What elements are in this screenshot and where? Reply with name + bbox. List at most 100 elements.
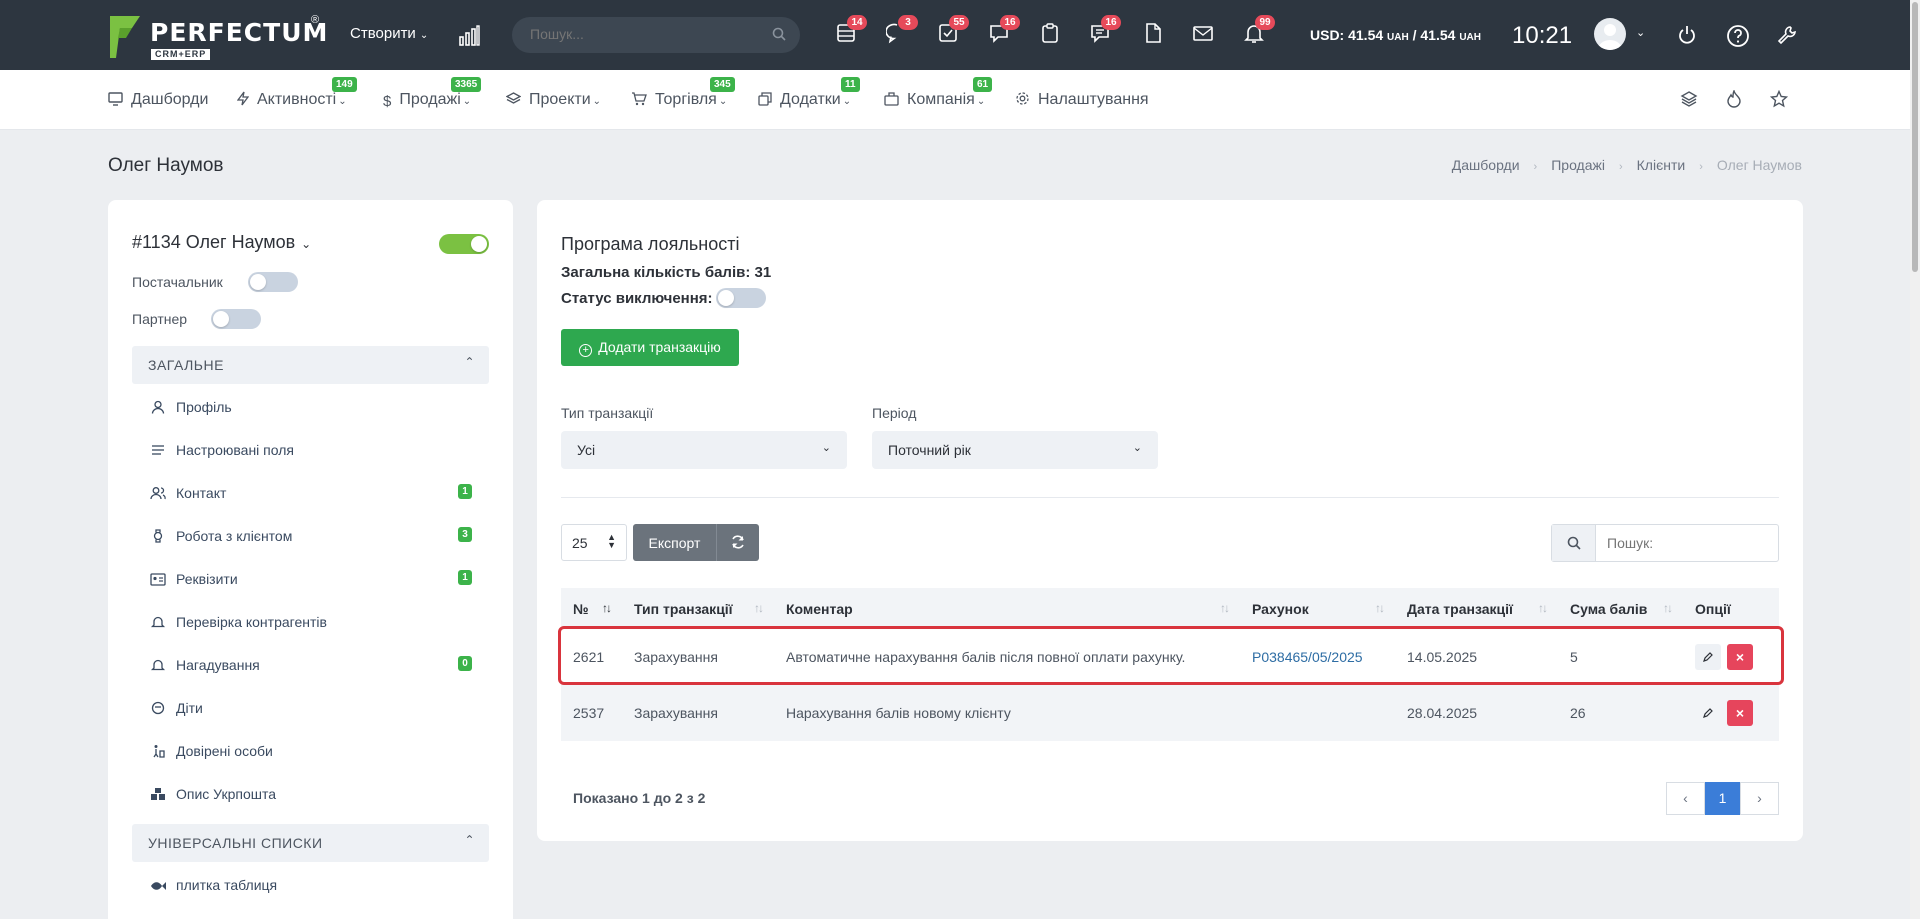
document-icon[interactable] bbox=[1142, 22, 1168, 48]
column-header-type[interactable]: Тип транзакції ↑↓ bbox=[622, 588, 774, 629]
column-header-label: Тип транзакції bbox=[634, 600, 733, 617]
nav-dashboards[interactable]: Дашборди bbox=[108, 91, 208, 109]
add-transaction-label: Додати транзакцію bbox=[598, 338, 721, 355]
period-select[interactable]: Поточний рік ⌄ bbox=[872, 431, 1158, 469]
select-value: Усі bbox=[577, 442, 596, 458]
breadcrumb-item[interactable]: Дашборди bbox=[1452, 157, 1520, 173]
page-size-select[interactable]: 25 ▲ ▼ bbox=[561, 524, 627, 561]
count-badge: 1 bbox=[458, 484, 472, 499]
global-search[interactable] bbox=[512, 17, 800, 53]
bar-chart-icon[interactable] bbox=[458, 24, 480, 46]
logo[interactable]: PERFECTUM ® CRM+ERP bbox=[108, 14, 327, 60]
chevron-down-icon[interactable]: ⌄ bbox=[1636, 26, 1645, 39]
breadcrumb-item[interactable]: Продажі bbox=[1551, 157, 1605, 173]
sidebar-item-contact[interactable]: Контакт bbox=[148, 485, 226, 501]
sidebar-item-children[interactable]: Діти bbox=[148, 700, 203, 716]
nav-badge: 11 bbox=[841, 77, 860, 92]
column-header-options: Опції bbox=[1683, 588, 1779, 629]
column-header-number[interactable]: № ↑↓ bbox=[561, 588, 622, 629]
export-button[interactable]: Експорт bbox=[633, 524, 716, 561]
sidebar-item-label: плитка таблиця bbox=[176, 877, 278, 893]
power-icon[interactable] bbox=[1676, 24, 1698, 46]
supplier-toggle[interactable] bbox=[248, 272, 298, 292]
table-row[interactable]: 2537 Зарахування Нарахування балів новом… bbox=[561, 685, 1779, 741]
column-header-invoice[interactable]: Рахунок ↑↓ bbox=[1240, 588, 1395, 629]
pagination-prev[interactable]: ‹ bbox=[1666, 782, 1705, 815]
nav-projects[interactable]: Проекти ⌄ bbox=[506, 91, 601, 109]
column-header-comment[interactable]: Коментар ↑↓ bbox=[774, 588, 1240, 629]
notification-badge: 16 bbox=[1000, 15, 1020, 30]
nav-trade[interactable]: Торгівля ⌄ 345 bbox=[631, 77, 735, 109]
scrollbar-thumb[interactable] bbox=[1912, 2, 1918, 272]
page-scrollbar[interactable] bbox=[1910, 0, 1920, 919]
comment-icon[interactable]: 3 bbox=[885, 15, 918, 48]
client-name-dropdown[interactable]: #1134 Олег Наумов ⌄ bbox=[132, 232, 311, 253]
exclusion-status-toggle[interactable] bbox=[716, 288, 766, 308]
breadcrumb-item[interactable]: Клієнти bbox=[1637, 157, 1686, 173]
chevron-down-icon: ⌄ bbox=[842, 96, 852, 107]
tasks-list-icon[interactable]: 14 bbox=[835, 15, 867, 48]
general-section-header[interactable]: ЗАГАЛЬНЕ ⌃ bbox=[132, 346, 489, 384]
messages-icon[interactable]: 16 bbox=[1089, 15, 1121, 48]
id-card-icon bbox=[150, 573, 166, 586]
edit-button[interactable] bbox=[1695, 700, 1721, 726]
clipboard-icon[interactable] bbox=[1039, 22, 1065, 48]
pagination-page[interactable]: 1 bbox=[1705, 782, 1740, 815]
sidebar-item-counterparty-check[interactable]: Перевірка контрагентів bbox=[148, 614, 327, 630]
sidebar-item-client-work[interactable]: Робота з клієнтом bbox=[148, 528, 292, 544]
sidebar-item-custom-fields[interactable]: Настроювані поля bbox=[148, 442, 294, 458]
nav-activities[interactable]: Активності ⌄ 149 bbox=[237, 77, 357, 109]
sort-icon: ↑↓ bbox=[1663, 601, 1673, 615]
partner-toggle[interactable] bbox=[211, 309, 261, 329]
currency-rate-value: USD: 41.54 bbox=[1310, 27, 1384, 43]
chat-icon[interactable]: 16 bbox=[988, 15, 1020, 48]
create-dropdown[interactable]: Створити ⌄ bbox=[350, 25, 428, 42]
create-label: Створити bbox=[350, 25, 416, 42]
transaction-type-select[interactable]: Усі ⌄ bbox=[561, 431, 847, 469]
wrench-icon[interactable] bbox=[1776, 24, 1798, 46]
table-search-input[interactable] bbox=[1607, 535, 1767, 551]
sidebar-item-tile-table[interactable]: плитка таблиця bbox=[148, 877, 277, 893]
fire-icon[interactable] bbox=[1726, 90, 1742, 108]
pagination-next[interactable]: › bbox=[1740, 782, 1779, 815]
bell-icon[interactable]: 99 bbox=[1243, 15, 1275, 48]
sidebar-item-ukrposhta[interactable]: Опис Укрпошта bbox=[148, 786, 276, 802]
nav-settings[interactable]: Налаштування bbox=[1015, 91, 1149, 109]
nav-company[interactable]: Компанія ⌄ 61 bbox=[884, 77, 993, 109]
column-header-date[interactable]: Дата транзакції ↑↓ bbox=[1395, 588, 1558, 629]
mail-icon[interactable] bbox=[1192, 22, 1218, 48]
column-header-label: Опції bbox=[1695, 600, 1731, 617]
nav-addons[interactable]: Додатки ⌄ 11 bbox=[758, 77, 860, 109]
total-points: Загальна кількість балів: 31 bbox=[561, 264, 772, 281]
table-search[interactable] bbox=[1551, 524, 1779, 562]
help-icon[interactable] bbox=[1726, 24, 1750, 48]
sidebar-item-trusted-persons[interactable]: Довірені особи bbox=[148, 743, 273, 759]
nav-label: Компанія bbox=[907, 91, 975, 108]
client-active-toggle[interactable] bbox=[439, 234, 489, 254]
nav-sales[interactable]: $ Продажі ⌄ 3365 bbox=[383, 77, 482, 110]
count-badge: 1 bbox=[458, 570, 472, 585]
sidebar-item-label: Діти bbox=[176, 700, 203, 716]
layers-icon[interactable] bbox=[1680, 90, 1698, 108]
nav-badge: 149 bbox=[332, 77, 357, 92]
sidebar-item-profile[interactable]: Профіль bbox=[148, 399, 232, 415]
column-header-points[interactable]: Сума балів ↑↓ bbox=[1558, 588, 1683, 629]
sidebar-item-requisites[interactable]: Реквізити bbox=[148, 571, 238, 587]
checkbox-task-icon[interactable]: 55 bbox=[937, 15, 969, 48]
refresh-icon bbox=[732, 535, 744, 549]
cell-invoice bbox=[1240, 685, 1395, 741]
person-carry-icon bbox=[153, 745, 165, 758]
add-transaction-button[interactable]: + Додати транзакцію bbox=[561, 329, 739, 366]
chevron-down-icon: ⌄ bbox=[821, 442, 831, 454]
nav-label: Проекти bbox=[529, 91, 591, 108]
star-icon[interactable] bbox=[1770, 90, 1788, 108]
delete-button[interactable]: × bbox=[1727, 700, 1753, 726]
universal-lists-section-header[interactable]: УНІВЕРСАЛЬНІ СПИСКИ ⌃ bbox=[132, 824, 489, 862]
breadcrumb: Дашборди › Продажі › Клієнти › Олег Наумов bbox=[1452, 157, 1802, 173]
sidebar-item-reminders[interactable]: Нагадування bbox=[148, 657, 260, 673]
global-search-input[interactable] bbox=[530, 26, 750, 42]
refresh-button[interactable] bbox=[716, 524, 759, 561]
supplier-label: Постачальник bbox=[132, 274, 223, 290]
avatar[interactable] bbox=[1594, 18, 1626, 50]
layers-icon bbox=[506, 92, 521, 104]
